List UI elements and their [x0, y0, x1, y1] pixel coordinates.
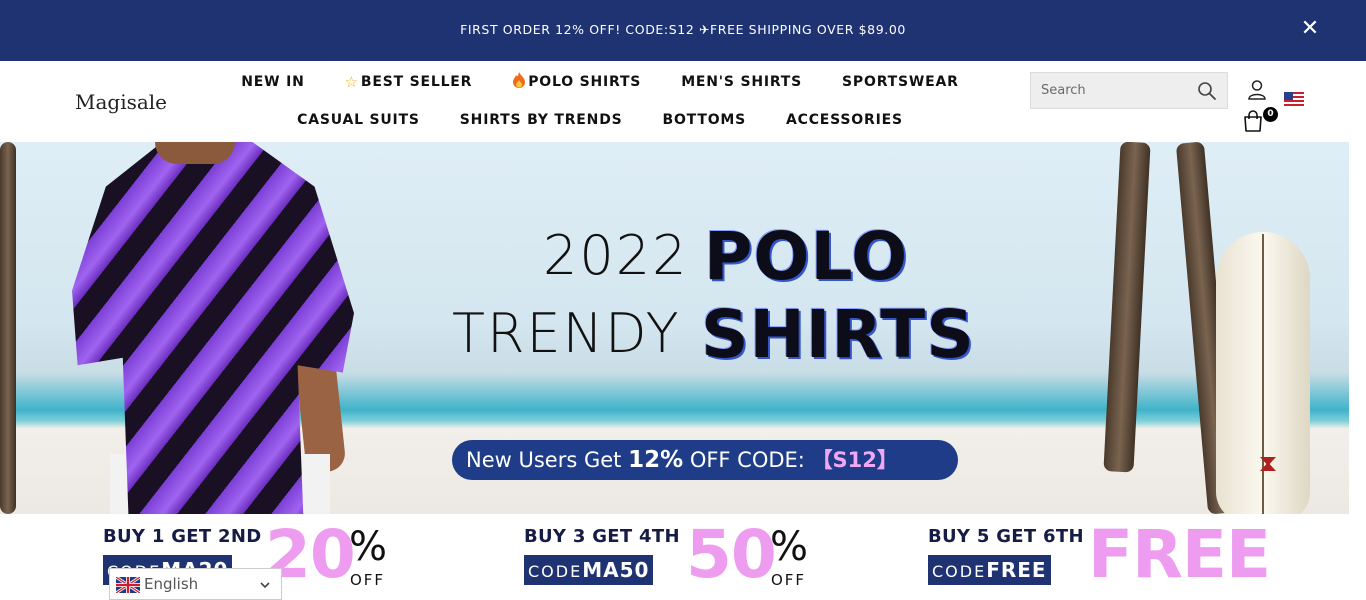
nav-item-new-in[interactable]: NEW IN	[241, 72, 304, 92]
search-box	[1030, 72, 1228, 109]
hero-banner[interactable]: 2022 POLO TRENDY SHIRTS New Users Get 12…	[0, 142, 1349, 514]
nav-item-label: SPORTSWEAR	[842, 74, 959, 90]
hero-promo-pill: New Users Get 12% OFF CODE: 【S12】	[452, 440, 958, 480]
close-icon[interactable]: ✕	[1298, 17, 1322, 41]
palm-trunk-center	[1103, 142, 1151, 473]
deal-off-label: OFF	[771, 571, 807, 589]
announcement-bar: FIRST ORDER 12% OFF! CODE:S12 ✈FREE SHIP…	[0, 0, 1366, 61]
nav-item-label: CASUAL SUITS	[297, 112, 420, 128]
deal-discount: FREE	[1088, 516, 1271, 593]
promo-code: 【S12】	[811, 448, 898, 472]
nav-item-best-seller[interactable]: ☆ BEST SELLER	[345, 72, 473, 92]
nav-item-accessories[interactable]: ACCESSORIES	[786, 112, 903, 128]
deal-percent-sign: %	[349, 524, 388, 570]
us-flag-icon[interactable]	[1284, 92, 1304, 106]
nav-item-mens-shirts[interactable]: MEN'S SHIRTS	[681, 72, 802, 92]
hero-year: 2022	[543, 224, 689, 287]
palm-trunk-left	[0, 142, 16, 514]
site-header: Magisale NEW IN ☆ BEST SELLER POLO SHIRT…	[0, 61, 1366, 142]
language-label: English	[144, 575, 199, 593]
deal-title: BUY 1 GET 2ND	[103, 526, 262, 547]
deal-off-label: OFF	[350, 571, 386, 589]
chevron-down-icon	[259, 578, 271, 590]
promo-mid: OFF CODE:	[683, 448, 812, 472]
nav-item-label: NEW IN	[241, 74, 305, 90]
surfboard-stripe	[1262, 234, 1264, 514]
nav-item-shirts-by-trends[interactable]: SHIRTS BY TRENDS	[460, 112, 623, 128]
deal-buy5-get6th[interactable]: BUY 5 GET 6TH CODEFREE FREE	[928, 516, 1271, 594]
deal-title: BUY 5 GET 6TH	[928, 526, 1084, 547]
search-icon[interactable]	[1197, 81, 1217, 101]
deal-code-box: CODEMA50	[524, 555, 654, 585]
nav-item-label: MEN'S SHIRTS	[681, 74, 803, 90]
hero-trendy: TRENDY	[452, 302, 681, 365]
cart-icon[interactable]	[1241, 109, 1265, 133]
star-icon: ☆	[344, 73, 359, 91]
right-gutter	[1349, 142, 1366, 514]
deal-code-box: CODEFREE	[928, 555, 1051, 585]
nav-item-label: BOTTOMS	[662, 112, 747, 128]
promo-prefix: New Users Get	[466, 448, 629, 472]
deal-buy3-get4th[interactable]: BUY 3 GET 4TH CODEMA50 50 % OFF	[524, 516, 824, 594]
deal-title: BUY 3 GET 4TH	[524, 526, 680, 547]
hero-shirts-word: SHIRTS	[701, 296, 975, 373]
nav-row-1: NEW IN ☆ BEST SELLER POLO SHIRTS MEN'S S…	[230, 72, 970, 92]
nav-item-sportswear[interactable]: SPORTSWEAR	[842, 72, 959, 92]
site-logo[interactable]: Magisale	[75, 90, 167, 114]
fire-icon	[512, 72, 526, 92]
nav-item-label: BEST SELLER	[360, 74, 473, 90]
nav-row-2: CASUAL SUITS SHIRTS BY TRENDS BOTTOMS AC…	[230, 112, 970, 128]
user-icon[interactable]	[1246, 79, 1268, 101]
nav-item-label: SHIRTS BY TRENDS	[459, 112, 623, 128]
nav-item-casual-suits[interactable]: CASUAL SUITS	[297, 112, 420, 128]
search-input[interactable]	[1031, 73, 1191, 108]
nav-item-polo-shirts[interactable]: POLO SHIRTS	[512, 72, 641, 92]
cart-count-badge: 0	[1263, 107, 1278, 122]
hero-polo-word: POLO	[704, 218, 909, 295]
promo-percent: 12%	[628, 447, 684, 473]
deal-discount: 50	[686, 516, 777, 593]
nav-item-label: ACCESSORIES	[786, 112, 903, 128]
nav-item-bottoms[interactable]: BOTTOMS	[663, 112, 747, 128]
announcement-text: FIRST ORDER 12% OFF! CODE:S12 ✈FREE SHIP…	[460, 22, 906, 37]
deal-percent-sign: %	[770, 524, 809, 570]
language-selector[interactable]: English	[109, 568, 282, 600]
uk-flag-icon	[115, 575, 141, 595]
nav-item-label: POLO SHIRTS	[528, 74, 642, 90]
model-neck	[155, 142, 235, 164]
